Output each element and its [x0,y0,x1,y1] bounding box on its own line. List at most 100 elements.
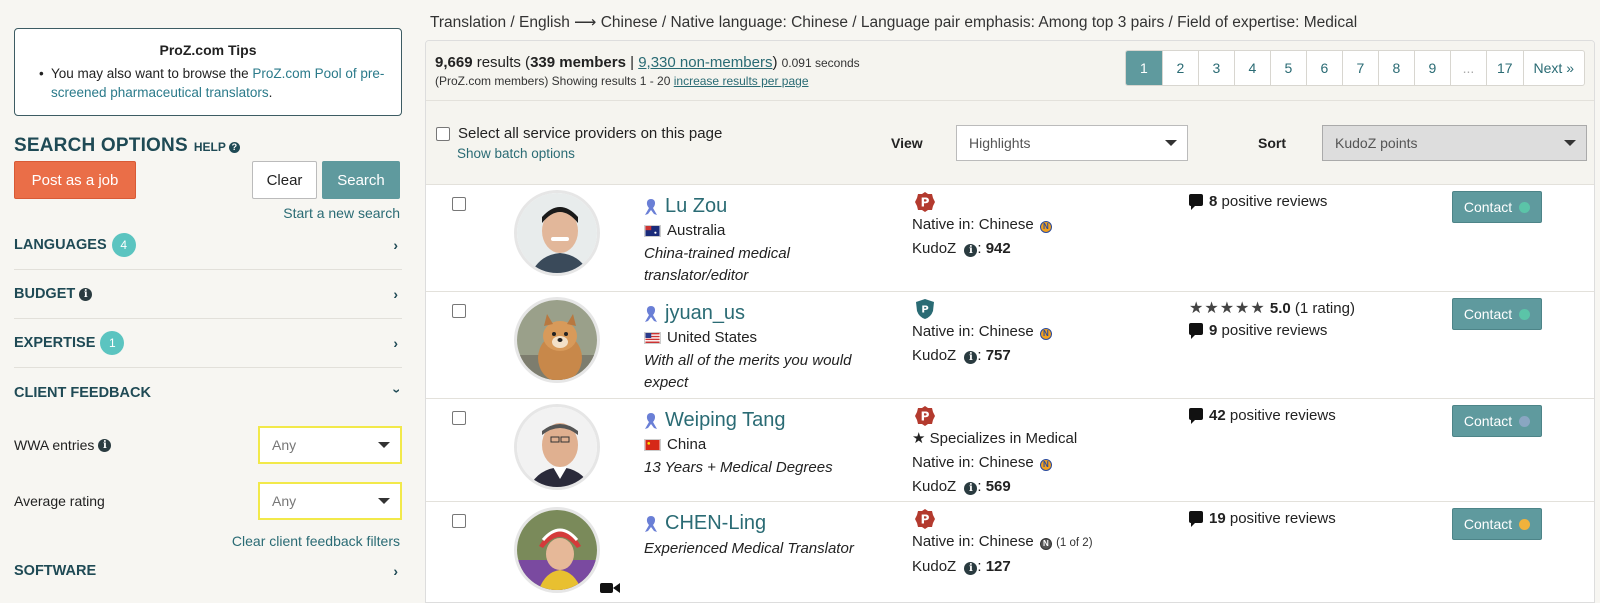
contact-button[interactable]: Contact [1452,191,1542,223]
info-icon: i [964,482,978,495]
star-icon: ★ [912,430,926,447]
non-members-link[interactable]: 9,330 non-members [638,54,772,71]
count-badge: 1 [100,331,125,355]
select-all-checkbox[interactable] [436,126,450,141]
specializes-text: Specializes in Medical [929,430,1078,447]
contact-button[interactable]: Contact [1452,298,1542,330]
separator: | [625,54,639,71]
china-flag-icon [644,438,661,451]
rating-line: ★★★★★ 5.0 (1 rating) [1189,298,1355,320]
provider-reviews: 19 positive reviews [1189,508,1336,530]
page-9[interactable]: 9 [1413,51,1450,85]
native-verified-icon: N [1039,221,1052,233]
avatar[interactable] [514,507,600,593]
tips-item: You may also want to browse the ProZ.com… [39,64,387,102]
provider-name-link[interactable]: jyuan_us [644,302,745,325]
sort-select[interactable]: KudoZ points [1322,125,1587,161]
avatar[interactable] [514,404,600,490]
chevron-right-icon: › [393,563,398,579]
contact-button[interactable]: Contact [1452,405,1542,437]
rating-select[interactable]: Any [258,482,402,520]
rating-filter: Average rating Any [14,473,402,529]
review-count: 42 [1209,407,1226,424]
platinum-badge-icon: P [915,192,935,212]
caret-down-icon [378,498,390,504]
wwa-select[interactable]: Any [258,426,402,464]
provider-name: jyuan_us [665,302,746,324]
provider-checkbox[interactable] [452,514,466,528]
provider-name: Weiping Tang [665,409,786,431]
provider-checkbox[interactable] [452,304,466,318]
avatar[interactable] [514,297,600,383]
page-5[interactable]: 5 [1269,51,1306,85]
page-6[interactable]: 6 [1305,51,1342,85]
provider-checkbox[interactable] [452,197,466,211]
review-count: 19 [1209,510,1226,527]
facet-label: SOFTWARE [14,563,97,579]
facet-budget[interactable]: BUDGET i › [14,270,402,319]
provider-tagline: 13 Years + Medical Degrees [644,459,833,476]
search-time: 0.091 seconds [781,56,860,70]
native-language: Chinese [978,454,1034,471]
chevron-right-icon: › [393,335,398,351]
tips-title: ProZ.com Tips [159,42,257,58]
provider-name-link[interactable]: CHEN-Ling [644,512,766,535]
help-link[interactable]: HELP? [194,140,240,154]
contact-button[interactable]: Contact [1452,508,1542,540]
start-new-search-link[interactable]: Start a new search [14,205,402,221]
platinum-badge-icon: P [915,406,935,426]
page-7[interactable]: 7 [1341,51,1378,85]
caret-down-icon [1165,140,1177,146]
rating-count: (1 rating) [1294,300,1355,317]
page-17[interactable]: 17 [1485,51,1523,85]
view-select[interactable]: Highlights [956,125,1188,161]
page-4[interactable]: 4 [1233,51,1270,85]
page-8[interactable]: 8 [1377,51,1414,85]
country-name: China [667,436,707,453]
chevron-down-icon: › [389,388,406,393]
contact-label: Contact [1463,199,1513,215]
page-3[interactable]: 3 [1197,51,1234,85]
review-icon [1189,323,1203,339]
facet-label: BUDGET [14,286,76,302]
show-batch-options-link[interactable]: Show batch options [457,146,575,161]
clear-feedback-filters-link[interactable]: Clear client feedback filters [14,533,402,549]
clear-button[interactable]: Clear [252,161,317,199]
ribbon-icon [645,412,657,429]
search-options-header: SEARCH OPTIONS HELP? [14,135,402,157]
view-value: Highlights [969,135,1031,151]
kudoz-points: 757 [985,347,1011,364]
provider-country: Australia [644,222,725,239]
svg-text:P: P [921,513,930,527]
post-as-job-button[interactable]: Post as a job [14,161,136,199]
provider-name-link[interactable]: Weiping Tang [644,409,785,432]
facet-expertise[interactable]: EXPERTISE 1 › [14,319,402,368]
rating-value: 5.0 [1269,300,1291,317]
tips-text-end: . [268,85,273,100]
native-language: Chinese [978,533,1034,550]
select-all[interactable]: Select all service providers on this pag… [436,125,722,142]
rating-label: Average rating [14,493,105,509]
provider-name-link[interactable]: Lu Zou [644,195,727,218]
facet-software[interactable]: SOFTWARE › [14,563,402,579]
provider-reviews: ★★★★★ 5.0 (1 rating) 9 positive reviews [1189,298,1355,342]
facet-languages[interactable]: LANGUAGES 4 › [14,221,402,270]
pagination: 1 2 3 4 5 6 7 8 9 ... 17 Next » [1124,50,1585,86]
info-icon: i [964,562,978,575]
provider-checkbox[interactable] [452,411,466,425]
search-button[interactable]: Search [322,161,400,199]
page-2[interactable]: 2 [1161,51,1198,85]
view-label: View [891,135,923,151]
facet-client-feedback[interactable]: CLIENT FEEDBACK › [14,368,406,417]
provider-details: Native in: Chinese N (1 of 2) KudoZ i: 1… [912,533,1093,575]
sort-value: KudoZ points [1335,135,1418,151]
avatar[interactable] [514,190,600,276]
next-page-button[interactable]: Next » [1522,51,1584,85]
rating-value: Any [272,493,297,509]
facet-label: EXPERTISE [14,335,96,351]
facet-label: LANGUAGES [14,237,107,253]
increase-results-link[interactable]: increase results per page [674,74,809,88]
info-icon: i [964,244,978,257]
results-toolbar: Select all service providers on this pag… [426,101,1594,185]
page-1[interactable]: 1 [1125,51,1162,85]
